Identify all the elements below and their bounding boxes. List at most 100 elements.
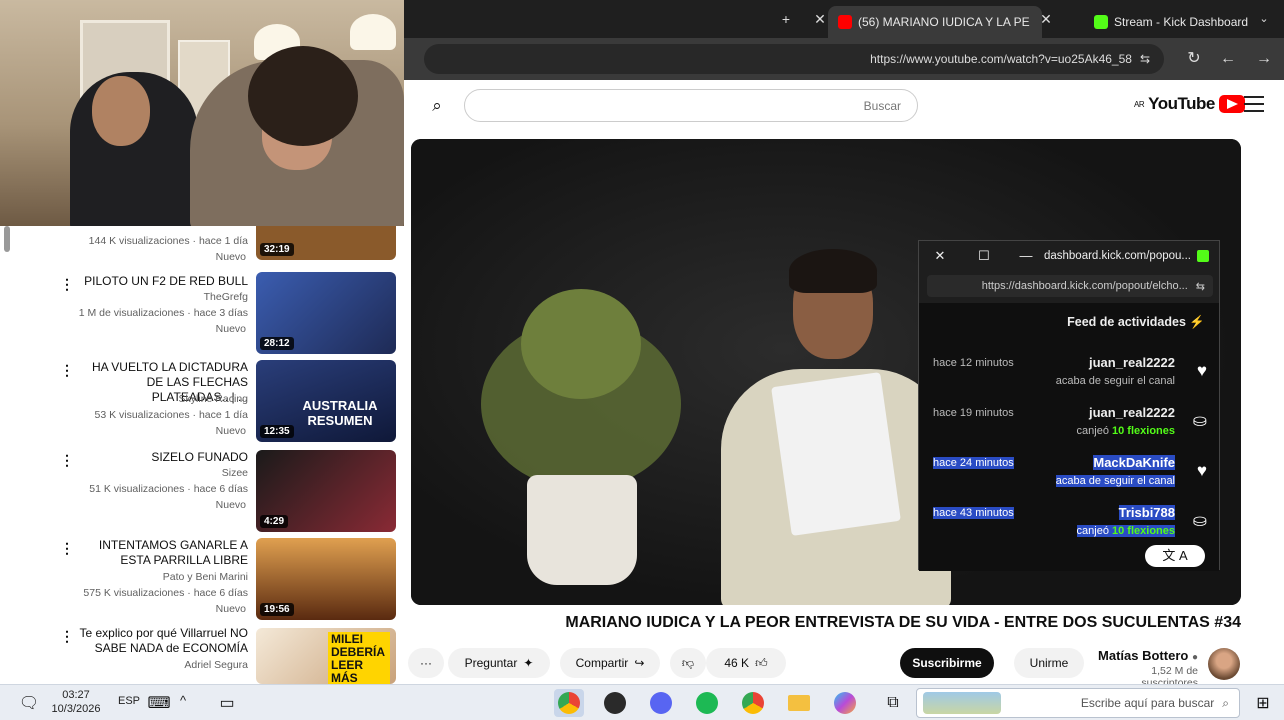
feed-action: canjeó 10 flexiones	[1076, 425, 1175, 437]
search-icon[interactable]: ⌕	[424, 93, 450, 119]
join-button[interactable]: Unirme	[1014, 648, 1084, 678]
streamer-face-left	[92, 76, 150, 146]
reload-icon[interactable]: ↻	[1184, 49, 1204, 69]
youtube-logo[interactable]: AR YouTube	[1134, 94, 1245, 114]
new-tab-button[interactable]: +	[776, 9, 796, 29]
translate-icon[interactable]: 文 A	[1145, 545, 1205, 567]
popup-title: dashboard.kick.com/popou...	[1043, 250, 1191, 262]
video-meta: 53 K visualizaciones · hace 1 día	[94, 409, 248, 421]
close-icon[interactable]: ✕	[931, 247, 949, 265]
search-placeholder: Buscar	[863, 98, 901, 113]
url-text: https://www.youtube.com/watch?v=uo25Ak46…	[870, 52, 1132, 66]
logo-text: YouTube	[1148, 94, 1215, 113]
popup-url-bar[interactable]: https://dashboard.kick.com/popout/elcho.…	[927, 275, 1213, 297]
channel-name[interactable]: Matías Bottero ●	[1098, 648, 1198, 663]
tab-youtube[interactable]: (56) MARIANO IUDICA Y LA PE	[828, 6, 1042, 38]
notifications-icon[interactable]: 🗨︎	[14, 689, 44, 717]
list-item[interactable]: ⋮ HA VUELTO LA DICTADURA DE LAS FLECHAS …	[0, 358, 404, 444]
share-label: Compartir	[575, 656, 629, 670]
taskbar-app-obs[interactable]	[600, 689, 630, 717]
address-bar[interactable]: https://www.youtube.com/watch?v=uo25Ak46…	[424, 44, 1164, 74]
taskbar-search-input[interactable]: Escribe aquí para buscar ⌕	[916, 688, 1240, 718]
coins-icon: ⛀	[1192, 411, 1207, 430]
sidebar-scrollbar[interactable]	[4, 226, 10, 252]
channel-name: Sizee	[221, 467, 248, 479]
language-indicator[interactable]: ESP	[118, 695, 140, 707]
video-thumbnail[interactable]: MILEI DEBERÍA LEER MÁS	[256, 628, 396, 684]
list-item[interactable]: ⋮ PILOTO UN F2 DE RED BULL TheGrefg 1 M …	[0, 272, 404, 358]
more-options-icon[interactable]: ⋮	[60, 540, 74, 556]
person-hair	[789, 249, 877, 293]
new-badge: Nuevo	[215, 425, 246, 437]
taskbar-app-chrome-active[interactable]	[554, 689, 584, 717]
recommendations-list: 144 K visualizaciones · hace 1 día Nuevo…	[0, 226, 404, 684]
dislike-button[interactable]: 👎︎	[670, 648, 706, 678]
video-actions: Matías Bottero ● 1,52 M de suscriptores …	[404, 644, 1284, 689]
minimize-icon[interactable]: —	[1017, 247, 1035, 265]
popup-titlebar: dashboard.kick.com/popou...	[919, 241, 1219, 271]
browser-toolbar: → ← ↻ https://www.youtube.com/watch?v=uo…	[404, 38, 1284, 80]
taskbar-app-chrome[interactable]	[738, 689, 768, 717]
list-item[interactable]: ⋮ SIZELO FUNADO Sizee 51 K visualizacion…	[0, 448, 404, 534]
site-settings-icon[interactable]: ⇆	[1140, 52, 1150, 66]
tab-kick-dashboard[interactable]: Stream - Kick Dashboard	[1084, 6, 1274, 38]
duration-badge: 12:35	[260, 425, 294, 438]
task-view-icon[interactable]: ⧉	[878, 689, 908, 717]
taskbar-app-file-explorer[interactable]	[784, 689, 814, 717]
feed-user: juan_real2222	[1088, 355, 1175, 370]
list-item[interactable]: 144 K visualizaciones · hace 1 día Nuevo…	[0, 226, 404, 266]
back-icon[interactable]: →	[1254, 49, 1274, 69]
duration-badge: 32:19	[260, 243, 294, 256]
more-options-icon[interactable]: ⋮	[60, 628, 74, 644]
list-item[interactable]: ⋮ Te explico por qué Villarruel NO SABE …	[0, 624, 404, 684]
taskbar-app-copilot[interactable]	[830, 689, 860, 717]
video-title: Te explico por qué Villarruel NO SABE NA…	[79, 626, 248, 655]
new-badge: Nuevo	[215, 499, 246, 511]
video-thumbnail[interactable]: 19:56	[256, 538, 396, 620]
logo-country: AR	[1134, 99, 1145, 109]
browser-tab-bar: Stream - Kick Dashboard ✕ (56) MARIANO I…	[404, 0, 1284, 38]
video-thumbnail[interactable]: 4:29	[256, 450, 396, 532]
streamer-hair-right	[248, 46, 358, 146]
windows-start-icon[interactable]: ⊞	[1248, 689, 1278, 717]
more-options-icon[interactable]: ⋮	[60, 276, 74, 292]
more-options-icon[interactable]: ⋮	[60, 362, 74, 378]
video-meta: 51 K visualizaciones · hace 6 días	[89, 483, 248, 495]
kick-popup-window[interactable]: dashboard.kick.com/popou... ✕ ☐ — https:…	[918, 240, 1220, 571]
more-actions-button[interactable]: ···	[408, 648, 444, 678]
coins-icon: ⛀	[1192, 511, 1207, 530]
maximize-icon[interactable]: ☐	[975, 247, 993, 265]
search-input[interactable]: Buscar	[464, 89, 918, 122]
video-thumbnail[interactable]: 28:12	[256, 272, 396, 354]
forward-icon[interactable]: ←	[1218, 49, 1238, 69]
tab-search-icon[interactable]: ⌄	[1254, 9, 1274, 29]
hamburger-menu-icon[interactable]	[1244, 96, 1264, 112]
channel-avatar[interactable]	[1208, 648, 1240, 680]
like-button[interactable]: 46 K 👍︎	[706, 648, 786, 678]
more-options-icon[interactable]: ⋮	[60, 452, 74, 468]
list-item[interactable]: ⋮ INTENTAMOS GANARLE A ESTA PARRILLA LIB…	[0, 536, 404, 622]
site-settings-icon[interactable]: ⇆	[1196, 280, 1205, 293]
close-tab-icon[interactable]: ✕	[810, 9, 830, 29]
ask-button[interactable]: Preguntar ✦	[448, 648, 550, 678]
window-icon[interactable]: ▭	[212, 689, 242, 717]
taskbar-app-discord[interactable]	[646, 689, 676, 717]
feed-item[interactable]: MackDaKnife hace 24 minutos acaba de seg…	[919, 455, 1219, 503]
system-clock[interactable]: 03:27 10/3/2026	[46, 688, 106, 716]
chevron-up-icon[interactable]: ^	[180, 693, 186, 708]
clock-time: 03:27	[62, 689, 90, 701]
subscribe-button[interactable]: Suscribirme	[900, 648, 994, 678]
duration-badge: 28:12	[260, 337, 294, 350]
plant-pot	[527, 475, 637, 585]
keyboard-icon[interactable]: ⌨	[144, 689, 174, 717]
ceiling-lamp	[350, 14, 396, 50]
lightning-icon: ⚡	[1189, 315, 1205, 329]
taskbar-app-spotify[interactable]	[692, 689, 722, 717]
duration-badge: 4:29	[260, 515, 289, 528]
share-button[interactable]: Compartir ↪	[560, 648, 660, 678]
feed-item[interactable]: juan_real2222 hace 19 minutos canjeó 10 …	[919, 405, 1219, 453]
feed-item[interactable]: juan_real2222 hace 12 minutos acaba de s…	[919, 355, 1219, 403]
channel-name: Adriel Segura	[184, 659, 248, 671]
video-thumbnail[interactable]: 32:19	[256, 226, 396, 260]
video-thumbnail[interactable]: AUSTRALIA RESUMEN 12:35	[256, 360, 396, 442]
